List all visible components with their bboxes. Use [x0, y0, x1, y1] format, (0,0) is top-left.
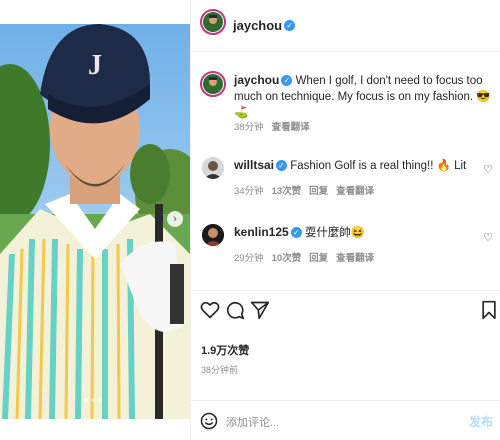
comment-item: willtsai ✓ Fashion Golf is a real thing!!… — [191, 155, 500, 200]
svg-text:J: J — [88, 50, 102, 81]
caption-username[interactable]: jaychou — [234, 73, 279, 87]
heart-icon[interactable] — [200, 300, 220, 320]
caption-avatar[interactable] — [200, 71, 226, 97]
caption-time[interactable]: 38分钟 — [234, 119, 264, 133]
post-header: jaychou ✓ — [191, 0, 500, 52]
commenter-username[interactable]: kenlin125 — [234, 225, 289, 239]
action-bar — [191, 290, 500, 330]
verified-badge-icon: ✓ — [276, 160, 288, 172]
next-image-button[interactable]: › — [167, 211, 183, 227]
verified-badge-icon: ✓ — [281, 75, 293, 87]
comment-likes[interactable]: 10次赞 — [272, 250, 302, 264]
reply-button[interactable]: 回复 — [309, 183, 328, 197]
comment-time[interactable]: 29分钟 — [234, 250, 264, 264]
caption-text: jaychou ✓ When I golf, I don't need to fo… — [234, 72, 496, 121]
commenter-avatar[interactable] — [202, 224, 224, 246]
comment-body: Fashion Golf is a real thing!! 🔥 Lit — [290, 160, 467, 172]
caption-meta: 38分钟 查看翻译 — [234, 119, 310, 133]
post-timestamp: 38分钟前 — [201, 365, 239, 375]
comment-item: kenlin125 ✓ 耍什麼帥😆 29分钟 10次赞 回复 查看翻译 ♡ — [191, 222, 500, 267]
verified-badge-icon: ✓ — [284, 20, 296, 32]
reply-button[interactable]: 回复 — [309, 250, 328, 264]
comment-composer: 添加评论... 发布 — [191, 400, 500, 440]
comment-translate-link[interactable]: 查看翻译 — [336, 183, 374, 197]
comment-text: kenlin125 ✓ 耍什麼帥😆 — [234, 224, 474, 241]
comment-time[interactable]: 34分钟 — [234, 183, 264, 197]
comment-icon[interactable] — [225, 300, 245, 320]
verified-badge-icon: ✓ — [290, 227, 302, 239]
header-author: jaychou ✓ — [233, 17, 296, 35]
carousel-dot — [91, 398, 95, 402]
post-image: J — [0, 24, 190, 419]
post-sidebar: jaychou ✓ jaychou ✓ When I golf, I don't n… — [190, 0, 500, 440]
comment-like-heart-icon[interactable]: ♡ — [483, 231, 493, 244]
commenter-avatar[interactable] — [202, 157, 224, 179]
post-comment-button[interactable]: 发布 — [469, 413, 493, 430]
share-icon[interactable] — [250, 300, 270, 320]
emoji-icon[interactable] — [200, 412, 218, 430]
post-photo: J › — [0, 0, 190, 440]
comment-text: willtsai ✓ Fashion Golf is a real thing!!… — [234, 157, 474, 174]
comment-body: 耍什麼帥😆 — [304, 227, 366, 239]
commenter-username[interactable]: willtsai — [234, 158, 274, 172]
comment-input[interactable]: 添加评论... — [226, 414, 279, 430]
author-avatar[interactable] — [200, 9, 226, 35]
comment-translate-link[interactable]: 查看翻译 — [336, 250, 374, 264]
comment-like-heart-icon[interactable]: ♡ — [483, 163, 493, 176]
comment-likes[interactable]: 13次赞 — [272, 183, 302, 197]
caption: jaychou ✓ When I golf, I don't need to fo… — [191, 68, 500, 138]
bookmark-icon[interactable] — [481, 300, 497, 320]
carousel-dot — [98, 398, 102, 402]
likes-count[interactable]: 1.9万次赞 — [201, 342, 249, 358]
caption-translate-link[interactable]: 查看翻译 — [272, 119, 310, 133]
carousel-dots — [84, 398, 102, 402]
author-username[interactable]: jaychou — [233, 18, 282, 33]
comment-meta: 29分钟 10次赞 回复 查看翻译 — [234, 250, 374, 264]
comment-meta: 34分钟 13次赞 回复 查看翻译 — [234, 183, 374, 197]
carousel-dot — [84, 398, 88, 402]
